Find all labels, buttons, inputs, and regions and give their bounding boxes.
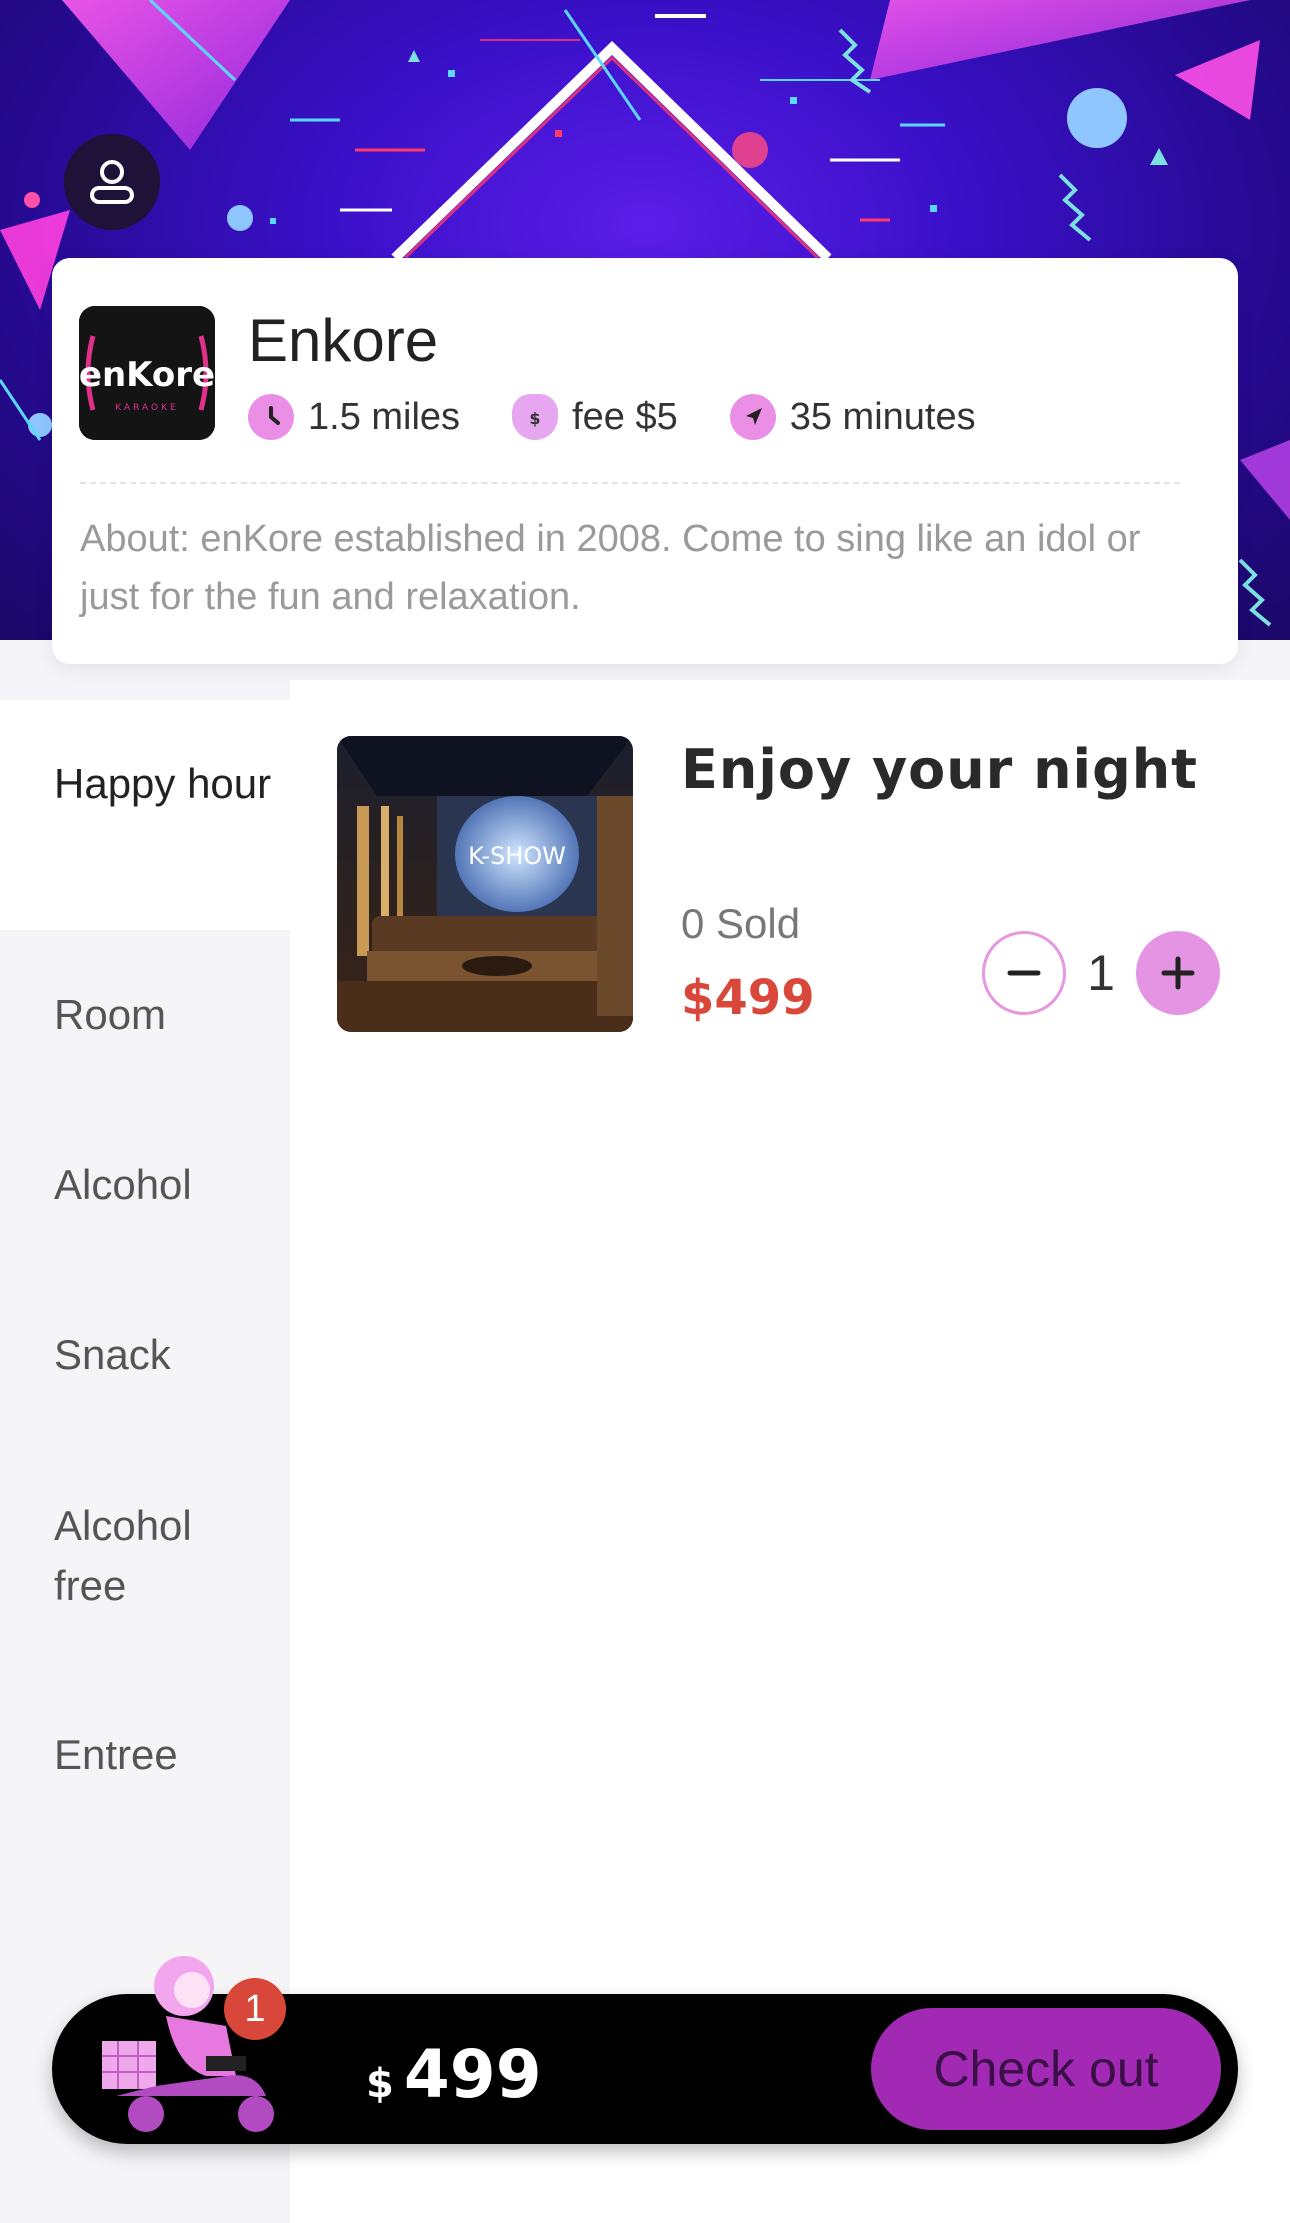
store-page: enKore KARAOKE Enkore 1.5 miles $ fee $5 bbox=[0, 0, 1290, 2223]
product-sold-count: 0 Sold bbox=[681, 900, 801, 947]
product-image[interactable]: K-SHOW bbox=[337, 736, 633, 1032]
clock-icon bbox=[248, 394, 294, 440]
decrease-quantity-button[interactable] bbox=[982, 931, 1066, 1015]
distance-info: 1.5 miles bbox=[248, 394, 460, 440]
cart-count-badge: 1 bbox=[224, 1978, 286, 2040]
category-room[interactable]: Room bbox=[0, 985, 290, 1045]
fee-text: fee $5 bbox=[572, 395, 678, 438]
cart-total: $ 499 bbox=[366, 2036, 542, 2113]
navigation-icon bbox=[729, 394, 776, 440]
checkout-button[interactable]: Check out bbox=[871, 2008, 1221, 2130]
category-alcohol[interactable]: Alcohol bbox=[0, 1155, 290, 1215]
minus-icon bbox=[1007, 970, 1041, 976]
time-text: 35 minutes bbox=[789, 395, 976, 438]
store-logo: enKore KARAOKE bbox=[79, 306, 215, 440]
category-happy-hour[interactable]: Happy hour bbox=[0, 700, 290, 930]
store-meta: 1.5 miles $ fee $5 35 minutes bbox=[248, 394, 1028, 440]
money-bag-icon: $ bbox=[512, 394, 559, 440]
quantity-value: 1 bbox=[1087, 945, 1115, 1001]
category-alcohol-free[interactable]: Alcohol free bbox=[0, 1496, 260, 1616]
card-divider bbox=[80, 482, 1180, 484]
karaoke-room-image: K-SHOW bbox=[337, 736, 633, 1032]
category-entree[interactable]: Entree bbox=[0, 1725, 290, 1785]
distance-text: 1.5 miles bbox=[308, 395, 461, 438]
svg-text:$: $ bbox=[529, 409, 540, 428]
cart-amount: 499 bbox=[403, 2036, 542, 2113]
time-info: 35 minutes bbox=[729, 394, 976, 440]
svg-text:K-SHOW: K-SHOW bbox=[468, 842, 566, 870]
category-snack[interactable]: Snack bbox=[0, 1325, 290, 1385]
increase-quantity-button[interactable] bbox=[1136, 931, 1220, 1015]
quantity-stepper: 1 bbox=[982, 931, 1220, 1015]
delivery-scooter-icon[interactable] bbox=[96, 1946, 296, 2136]
svg-text:enKore: enKore bbox=[79, 355, 215, 395]
fee-info: $ fee $5 bbox=[512, 394, 678, 440]
store-info-card: enKore KARAOKE Enkore 1.5 miles $ fee $5 bbox=[52, 258, 1238, 664]
svg-text:KARAOKE: KARAOKE bbox=[115, 403, 178, 413]
store-name: Enkore bbox=[248, 307, 439, 374]
store-about: About: enKore established in 2008. Come … bbox=[80, 518, 1141, 618]
user-icon bbox=[90, 160, 134, 204]
plus-icon bbox=[1161, 956, 1195, 990]
profile-button[interactable] bbox=[64, 134, 160, 230]
enkore-logo: enKore KARAOKE bbox=[79, 306, 215, 440]
cart-currency: $ bbox=[366, 2061, 394, 2107]
product-price: $499 bbox=[681, 970, 815, 1026]
product-title: Enjoy your night bbox=[681, 738, 1198, 801]
